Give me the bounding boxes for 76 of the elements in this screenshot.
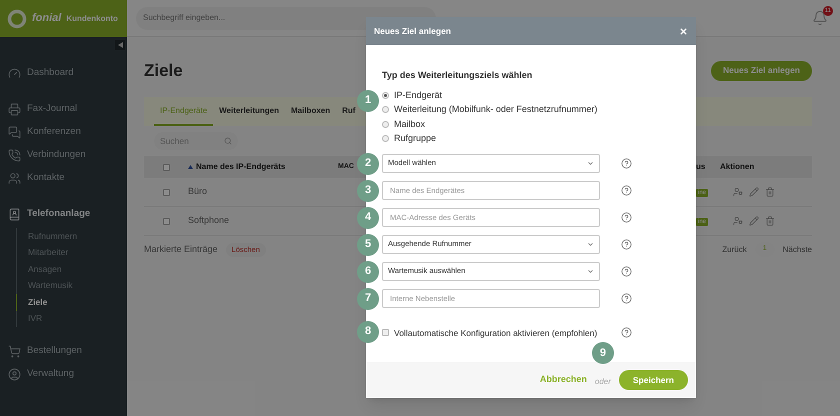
chat-bubbles-icon <box>8 126 21 139</box>
radio-option[interactable]: Rufgruppe <box>382 133 680 144</box>
step-number-badge: 3 <box>357 180 379 202</box>
sidebar-subitem[interactable]: Ziele <box>16 294 127 310</box>
select-all-checkbox[interactable] <box>162 164 170 170</box>
step-number-badge: 8 <box>357 320 379 342</box>
pencil-icon[interactable] <box>749 187 759 197</box>
cart-icon <box>8 345 21 358</box>
save-button[interactable]: Speichern <box>618 370 688 390</box>
step-number-badge: 4 <box>357 206 379 228</box>
auto-config-checkbox[interactable]: Vollautomatische Konfiguration aktivieren (empfohlen) <box>382 326 609 340</box>
dropdown-caret-icon <box>587 240 594 248</box>
radio-option[interactable]: Weiterleitung (Mobilfunk- oder Festnetzrufnummer) <box>382 104 680 116</box>
row-checkbox[interactable] <box>162 218 170 224</box>
help-icon[interactable] <box>621 266 632 276</box>
column-header: Name des IP-Endgeräts <box>196 161 286 173</box>
table-cell-text: Büro <box>188 185 208 198</box>
sidebar-item[interactable]: Telefonanlage <box>0 203 127 226</box>
step-number-badge: 2 <box>357 152 379 174</box>
pencil-icon[interactable] <box>749 216 759 226</box>
or-label: oder <box>594 377 611 386</box>
page-title: Ziele <box>144 60 183 82</box>
help-icon[interactable] <box>621 327 632 338</box>
tab[interactable]: Weiterleitungen <box>213 97 285 126</box>
user-settings-icon[interactable] <box>733 216 743 226</box>
collapse-toggle[interactable] <box>115 40 125 50</box>
logo-ring-icon <box>7 8 27 28</box>
trash-icon[interactable] <box>765 216 775 226</box>
close-icon[interactable] <box>679 26 688 36</box>
bulk-label: Markierte Einträge <box>144 242 218 256</box>
logo-subtitle: Kundenkonto <box>66 12 118 24</box>
gauge-icon <box>8 67 21 80</box>
user-circle-icon <box>8 368 21 381</box>
logo-text: fonial <box>32 11 62 26</box>
tab[interactable]: IP-Endgeräte <box>154 97 214 126</box>
user-settings-icon[interactable] <box>733 187 743 197</box>
sidebar-item[interactable]: Verbindungen <box>0 144 127 167</box>
row-checkbox[interactable] <box>162 188 170 196</box>
sidebar-item[interactable]: Dashboard <box>0 62 127 85</box>
bell-icon[interactable] <box>812 10 828 26</box>
triangle-left-icon <box>118 42 122 48</box>
tab[interactable]: Mailboxen <box>285 97 336 126</box>
previous-link[interactable]: Zurück <box>722 244 747 256</box>
phone-icon <box>8 149 21 162</box>
help-icon[interactable] <box>621 158 632 168</box>
next-link[interactable]: Nächste <box>782 244 812 256</box>
column-header: us <box>696 161 706 173</box>
step-number-badge: 9 <box>592 342 614 364</box>
search-icon <box>224 137 232 145</box>
cancel-link[interactable]: Abbrechen <box>540 373 587 387</box>
help-icon[interactable] <box>621 292 632 304</box>
section-heading: Typ des Weiterleitungsziels wählen <box>382 69 534 82</box>
step-number-badge: 7 <box>357 288 379 310</box>
new-target-button[interactable]: Neues Ziel anlegen <box>711 60 812 80</box>
address-book-icon <box>8 208 21 221</box>
step-number-badge: 5 <box>357 234 379 256</box>
trash-icon[interactable] <box>765 187 775 197</box>
sidebar-item[interactable]: Konferenzen <box>0 121 127 144</box>
help-icon[interactable] <box>621 212 632 222</box>
sort-up-icon[interactable] <box>188 165 193 169</box>
sidebar-item[interactable]: Bestellungen <box>0 340 127 363</box>
dropdown-caret-icon <box>587 160 594 166</box>
help-icon[interactable] <box>621 238 632 250</box>
dropdown-caret-icon <box>587 268 594 274</box>
printer-icon <box>8 103 21 116</box>
sidebar-item[interactable]: Kontakte <box>0 167 127 190</box>
step-number-badge: 6 <box>357 260 379 282</box>
help-icon[interactable] <box>621 184 632 196</box>
sidebar-item[interactable]: Verwaltung <box>0 363 127 386</box>
radio-option[interactable]: Mailbox <box>382 118 680 130</box>
people-icon <box>8 172 21 185</box>
column-header: Aktionen <box>720 161 754 173</box>
radio-option[interactable]: IP-Endgerät <box>382 90 680 101</box>
sidebar-item[interactable]: Fax-Journal <box>0 98 127 121</box>
step-number-badge: 1 <box>357 90 379 112</box>
table-cell-text: Softphone <box>188 214 230 228</box>
